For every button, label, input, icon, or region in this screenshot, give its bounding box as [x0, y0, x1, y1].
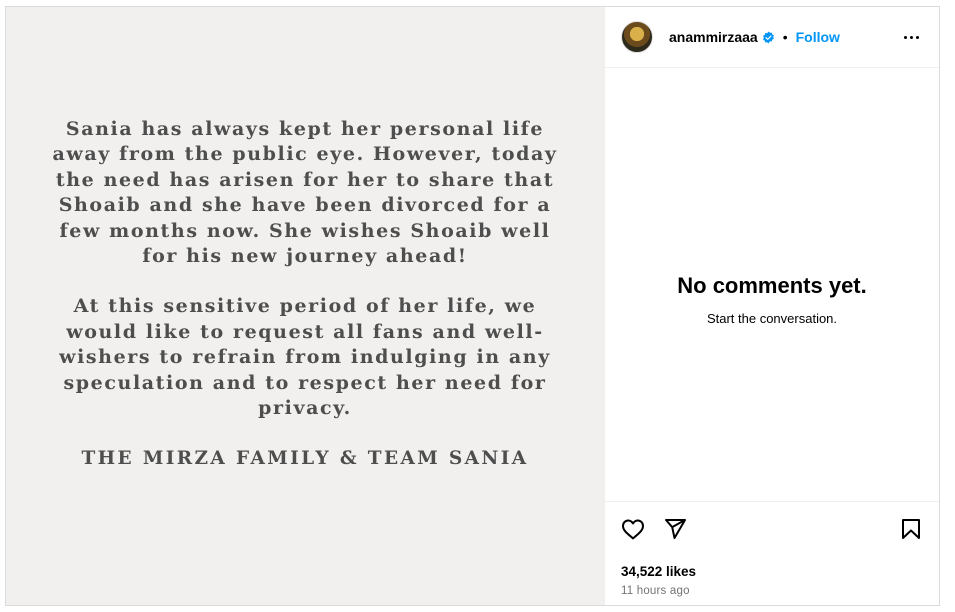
bookmark-icon[interactable]: [899, 517, 923, 541]
instagram-post: Sania has always kept her personal life …: [5, 6, 940, 606]
separator-dot: •: [782, 29, 788, 45]
avatar[interactable]: [621, 21, 653, 53]
more-options-icon[interactable]: [899, 27, 923, 47]
follow-button[interactable]: Follow: [796, 29, 840, 45]
comments-section: No comments yet. Start the conversation.: [605, 68, 939, 501]
heart-icon[interactable]: [621, 517, 645, 541]
post-actions: 34,522 likes 11 hours ago: [605, 501, 939, 605]
statement-signature: THE MIRZA FAMILY & TEAM SANIA: [81, 448, 529, 470]
statement-paragraph-1: Sania has always kept her personal life …: [52, 118, 558, 268]
start-conversation-text: Start the conversation.: [706, 311, 838, 326]
post-image[interactable]: Sania has always kept her personal life …: [6, 7, 605, 605]
post-timestamp[interactable]: 11 hours ago: [621, 585, 923, 597]
likes-count[interactable]: 34,522 likes: [621, 564, 923, 579]
no-comments-title: No comments yet.: [677, 273, 867, 298]
username-link[interactable]: anammirzaaa: [669, 29, 758, 45]
verified-badge-icon: [762, 31, 774, 43]
statement-text: Sania has always kept her personal life …: [45, 117, 565, 472]
post-header: anammirzaaa • Follow: [605, 7, 939, 68]
statement-paragraph-2: At this sensitive period of her life, we…: [59, 295, 551, 420]
post-sidebar: anammirzaaa • Follow No comments yet. St…: [605, 7, 939, 605]
paper-plane-icon[interactable]: [663, 517, 687, 541]
action-icons: [621, 516, 923, 542]
